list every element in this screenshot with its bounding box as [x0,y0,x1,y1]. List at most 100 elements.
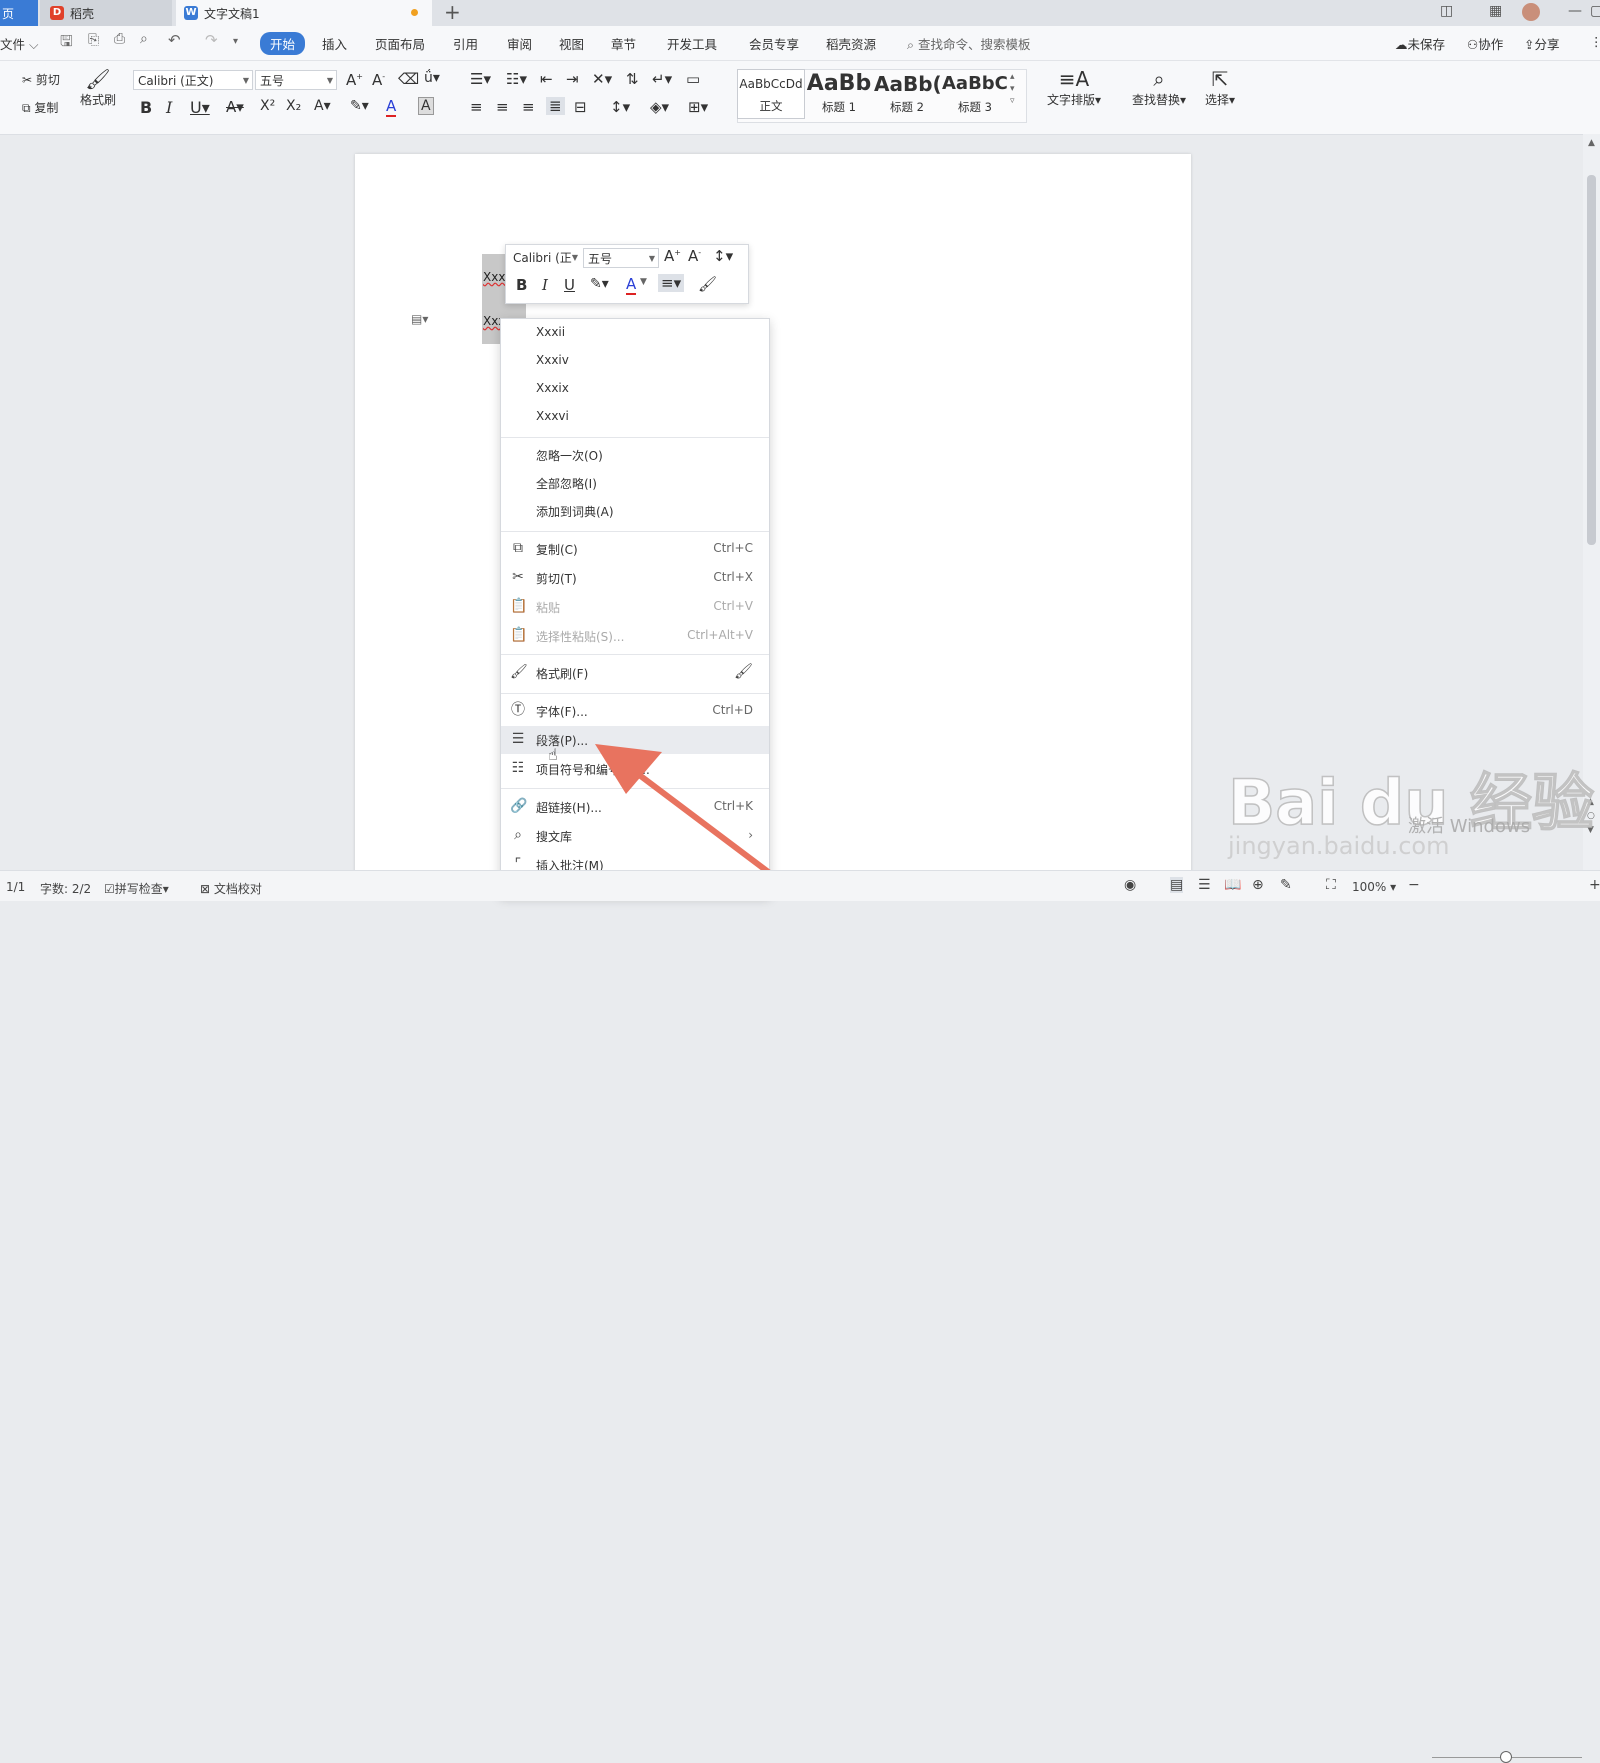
increase-indent-icon[interactable]: ⇥ [566,70,579,88]
zoom-in-icon[interactable]: + [1589,877,1600,893]
layout-icon[interactable]: ◫ [1440,3,1453,19]
font-color-icon[interactable]: A [386,97,397,117]
search-library-item[interactable]: ⌕ 搜文库 › [501,822,769,850]
command-search[interactable]: ⌕ 查找命令、搜索模板 [907,34,1031,53]
numbered-list-icon[interactable]: ☷▾ [506,70,527,88]
mini-grow-font-icon[interactable]: A+ [664,247,681,265]
align-center-icon[interactable]: ≡ [496,98,509,116]
menu-daoke-resources[interactable]: 稻壳资源 [826,34,876,53]
undo-icon[interactable]: ↶ [168,31,181,49]
avatar[interactable] [1522,3,1540,21]
copy-button[interactable]: ⧉ 复制 [22,99,58,116]
restore-icon[interactable]: ▢ [1590,3,1600,19]
bullet-list-icon[interactable]: ☰▾ [470,70,491,88]
ruler-icon[interactable]: ▭ [686,70,700,88]
menu-section[interactable]: 章节 [611,34,636,53]
font-item[interactable]: Ⓣ 字体(F)... Ctrl+D [501,697,769,725]
cut-button[interactable]: ✂ 剪切 [22,71,60,88]
page-view-icon[interactable]: ▤ [1170,877,1184,893]
reading-view-icon[interactable]: 📖 [1224,877,1241,893]
suggestion-item[interactable]: Xxxiv [501,347,769,375]
align-left-icon[interactable]: ≡ [470,98,483,116]
document-page[interactable] [355,154,1191,874]
save-icon[interactable]: 🖫 [60,31,73,56]
mini-highlight-icon[interactable]: ✎▾ [590,276,609,292]
share-button[interactable]: ⇪分享 [1524,34,1560,53]
chevron-down-icon[interactable]: ▼ [640,277,647,287]
format-painter-item[interactable]: 🖌 格式刷(F) 🖌 [501,659,769,687]
ignore-all-item[interactable]: 全部忽略(I) [501,469,769,497]
grid-apps-icon[interactable]: ▦ [1489,3,1502,19]
new-tab-button[interactable]: + [444,0,461,24]
zoom-out-icon[interactable]: − [1408,877,1420,893]
mini-shrink-font-icon[interactable]: A- [688,247,701,265]
hyperlink-item[interactable]: 🔗 超链接(H)... Ctrl+K [501,793,769,821]
style-gallery-scroll-icon[interactable]: ▴ ▾ ▿ [1010,71,1015,107]
chinese-layout-icon[interactable]: ✕▾ [592,70,612,88]
zoom-slider-handle[interactable] [1500,1751,1512,1763]
paragraph-handle-icon[interactable]: ▤▾ [411,312,428,326]
sort-icon[interactable]: ⇅ [626,70,639,88]
select-button[interactable]: ⇱ 选择▾ [1200,67,1240,108]
borders-icon[interactable]: ⊞▾ [688,98,708,116]
cut-item[interactable]: ✂ 剪切(T) Ctrl+X [501,564,769,592]
shrink-font-icon[interactable]: A- [372,71,385,89]
underline-icon[interactable]: U▾ [190,98,210,117]
line-spacing-icon[interactable]: ↕▾ [610,98,630,116]
align-right-icon[interactable]: ≡ [522,98,535,116]
format-painter-button[interactable]: 🖌 格式刷 [80,67,116,108]
mini-underline-icon[interactable]: U [564,276,575,294]
style-heading-2[interactable]: AaBb( 标题 2 [874,69,940,117]
italic-icon[interactable]: I [166,98,172,117]
bullets-numbering-item[interactable]: ☷ 项目符号和编号(N)... [501,755,769,783]
phonetic-icon[interactable]: ǘ▾ [424,70,440,86]
print-icon[interactable]: ⎙ [114,31,125,47]
zoom-select[interactable]: 100% ▾ [1352,880,1396,894]
menu-page-layout[interactable]: 页面布局 [375,34,425,53]
bold-icon[interactable]: B [140,98,152,117]
redo-icon[interactable]: ↷ [205,31,218,49]
print-preview-icon[interactable]: ⌕ [140,31,148,47]
paste-special-item[interactable]: 📋 选择性粘贴(S)... Ctrl+Alt+V [501,622,769,650]
style-heading-3[interactable]: AaBbC( 标题 3 [942,69,1008,117]
add-to-dictionary-item[interactable]: 添加到词典(A) [501,497,769,525]
quick-access-dropdown-icon[interactable]: ▾ [233,36,238,47]
scroll-up-icon[interactable]: ▲ [1588,138,1595,148]
justify-icon[interactable]: ≣ [546,97,565,115]
minimize-icon[interactable]: — [1568,3,1582,19]
show-marks-icon[interactable]: ↵▾ [652,70,672,88]
spell-check-toggle[interactable]: ☑拼写检查▾ [104,880,169,897]
clear-format-icon[interactable]: ⌫ [398,70,419,88]
menu-home[interactable]: 开始 [260,32,306,55]
font-family-select[interactable]: Calibri (正文) ▼ [133,70,253,90]
fit-page-icon[interactable]: ⛶ [1326,877,1336,893]
shading-icon[interactable]: ◈▾ [650,98,669,116]
mini-align-icon[interactable]: ≡▾ [658,274,685,292]
menu-review[interactable]: 审阅 [507,34,532,53]
tab-home[interactable]: 页 [0,0,38,26]
subscript-icon[interactable]: X₂ [286,98,301,114]
menu-references[interactable]: 引用 [453,34,478,53]
paste-item[interactable]: 📋 粘贴 Ctrl+V [501,593,769,621]
collab-button[interactable]: ⚇协作 [1467,34,1503,53]
style-heading-1[interactable]: AaBb 标题 1 [806,69,872,117]
style-normal[interactable]: AaBbCcDd 正文 [737,69,805,119]
unsaved-button[interactable]: ☁未保存 [1395,34,1445,53]
export-icon[interactable]: ⎘ [88,32,99,48]
menu-insert[interactable]: 插入 [322,34,347,53]
tab-daoke[interactable]: D 稻壳 [40,0,172,26]
ignore-once-item[interactable]: 忽略一次(O) [501,441,769,469]
mini-italic-icon[interactable]: I [542,276,548,294]
eye-protection-icon[interactable]: ◉ [1124,877,1136,893]
suggestion-item[interactable]: Xxxvi [501,403,769,431]
char-shading-icon[interactable]: A [418,97,434,115]
web-view-icon[interactable]: ⊕ [1252,877,1264,893]
copy-item[interactable]: ⧉ 复制(C) Ctrl+C [501,535,769,563]
paragraph-item[interactable]: ☰ 段落(P)... [501,726,769,754]
mini-format-painter-icon[interactable]: 🖌 [698,275,717,293]
tab-document[interactable]: W 文字文稿1 [176,0,432,26]
word-count[interactable]: 字数: 2/2 [40,880,91,897]
suggestion-item[interactable]: Xxxii [501,319,769,347]
format-painter-quick-icon[interactable]: 🖌 [734,662,753,680]
distribute-icon[interactable]: ⊟ [574,98,587,116]
